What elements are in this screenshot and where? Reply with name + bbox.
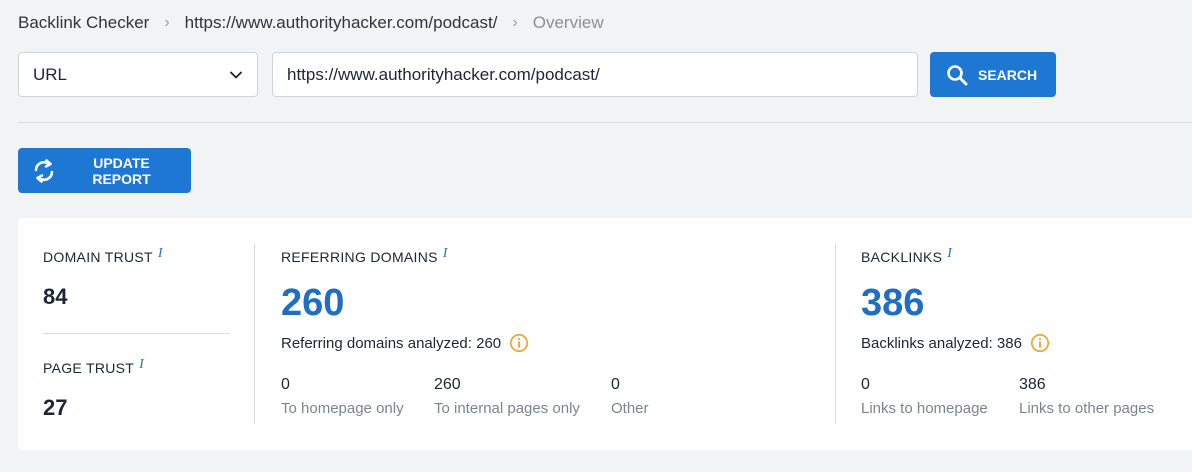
breadcrumb-item-backlink-checker[interactable]: Backlink Checker bbox=[18, 13, 149, 33]
referring-domains-analyzed-text: Referring domains analyzed: 260 bbox=[281, 334, 502, 352]
info-icon[interactable]: i bbox=[443, 246, 448, 261]
info-icon[interactable]: i bbox=[947, 246, 952, 261]
stat-value[interactable]: 0 bbox=[611, 376, 649, 394]
stat-value[interactable]: 386 bbox=[1019, 376, 1154, 394]
info-icon[interactable]: i bbox=[158, 246, 163, 261]
stat-item: 0 Other bbox=[611, 376, 649, 417]
chevron-down-icon bbox=[229, 68, 243, 82]
column-divider bbox=[835, 243, 836, 424]
breadcrumb-separator-icon: › bbox=[512, 14, 518, 31]
stat-value[interactable]: 0 bbox=[861, 376, 988, 394]
search-bar: URL SEARCH bbox=[18, 52, 1056, 97]
breadcrumb-separator-icon: › bbox=[164, 14, 170, 31]
stat-item: 260 To internal pages only bbox=[434, 376, 580, 417]
stat-label: To homepage only bbox=[281, 400, 404, 417]
info-icon[interactable]: i bbox=[139, 357, 144, 372]
search-mode-select[interactable]: URL bbox=[18, 52, 258, 97]
info-circle-icon[interactable] bbox=[1030, 333, 1050, 353]
update-report-button[interactable]: UPDATE REPORT bbox=[18, 148, 191, 193]
refresh-icon bbox=[32, 158, 56, 184]
trust-divider bbox=[43, 333, 230, 334]
stat-item: 0 Links to homepage bbox=[861, 376, 988, 417]
breadcrumb-item-url[interactable]: https://www.authorityhacker.com/podcast/ bbox=[185, 13, 498, 33]
referring-domains-analyzed: Referring domains analyzed: 260 bbox=[281, 333, 529, 353]
metrics-card: DOMAIN TRUST i 84 PAGE TRUST i 27 REFERRIN… bbox=[18, 218, 1192, 450]
page-trust-block: PAGE TRUST i bbox=[43, 357, 144, 376]
page-trust-label: PAGE TRUST bbox=[43, 360, 135, 376]
stat-item: 0 To homepage only bbox=[281, 376, 404, 417]
stat-item: 386 Links to other pages bbox=[1019, 376, 1154, 417]
referring-domains-label: REFERRING DOMAINS bbox=[281, 249, 438, 265]
referring-domains-block: REFERRING DOMAINS i bbox=[281, 246, 448, 265]
stat-value[interactable]: 0 bbox=[281, 376, 404, 394]
backlinks-label: BACKLINKS bbox=[861, 249, 943, 265]
backlinks-block: BACKLINKS i bbox=[861, 246, 952, 265]
page-trust-value: 27 bbox=[43, 395, 68, 420]
search-mode-value: URL bbox=[33, 64, 68, 84]
search-icon bbox=[946, 64, 968, 86]
stat-label: Other bbox=[611, 400, 649, 417]
column-divider bbox=[254, 243, 255, 424]
backlinks-analyzed-text: Backlinks analyzed: 386 bbox=[861, 334, 1022, 352]
stat-label: To internal pages only bbox=[434, 400, 580, 417]
referring-domains-value[interactable]: 260 bbox=[281, 282, 344, 325]
breadcrumb: Backlink Checker › https://www.authority… bbox=[18, 12, 604, 34]
stat-value[interactable]: 260 bbox=[434, 376, 580, 394]
info-circle-icon[interactable] bbox=[509, 333, 529, 353]
stat-label: Links to homepage bbox=[861, 400, 988, 417]
update-report-label: UPDATE REPORT bbox=[92, 154, 151, 187]
backlinks-value[interactable]: 386 bbox=[861, 282, 924, 325]
search-button-label: SEARCH bbox=[978, 66, 1038, 83]
stat-label: Links to other pages bbox=[1019, 400, 1155, 417]
backlinks-analyzed: Backlinks analyzed: 386 bbox=[861, 333, 1050, 353]
domain-trust-block: DOMAIN TRUST i bbox=[43, 246, 163, 265]
domain-trust-label: DOMAIN TRUST bbox=[43, 249, 153, 265]
breadcrumb-item-overview: Overview bbox=[532, 13, 604, 32]
divider bbox=[18, 122, 1192, 123]
domain-trust-value: 84 bbox=[43, 284, 68, 309]
url-input[interactable] bbox=[272, 52, 918, 97]
search-button[interactable]: SEARCH bbox=[930, 52, 1056, 97]
